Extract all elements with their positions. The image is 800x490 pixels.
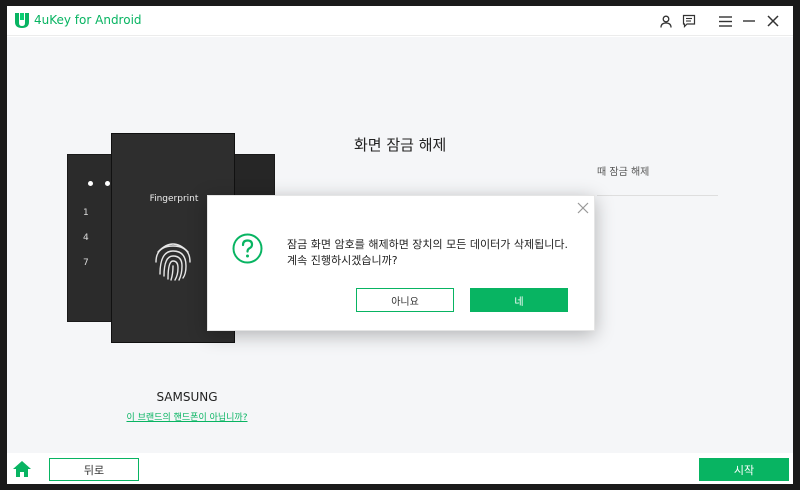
question-icon [232,233,263,264]
app-title: 4uKey for Android [34,13,142,27]
confirm-button[interactable]: 네 [470,288,568,312]
pin-dot [105,181,110,186]
brand-name: SAMSUNG [156,390,218,404]
option-label: 때 잠금 해제 [597,167,650,178]
feedback-icon[interactable] [680,12,698,30]
back-button[interactable]: 뒤로 [49,458,139,481]
wrong-brand-link[interactable]: 이 브랜드의 핸드폰이 아닙니까? [87,410,287,423]
app-window: 4uKey for Android 1 4 7 Fingerprint SAMS… [7,6,793,484]
divider [597,195,718,196]
fingerprint-icon [155,243,191,281]
home-icon[interactable] [11,459,33,479]
pin-key: 4 [83,233,89,243]
account-icon[interactable] [657,12,675,30]
cancel-button[interactable]: 아니요 [356,288,454,312]
start-button[interactable]: 시작 [699,458,789,481]
close-icon[interactable] [764,12,782,30]
main-content: 1 4 7 Fingerprint SAMSUNG 이 브랜드의 핸드폰이 아닙… [7,37,793,453]
minimize-icon[interactable] [740,12,758,30]
pin-key: 1 [83,208,89,218]
pin-key: 7 [83,258,89,268]
dialog-close-icon[interactable] [576,201,590,215]
menu-icon[interactable] [716,12,734,30]
app-logo [15,13,29,28]
title-bar: 4uKey for Android [7,6,793,36]
confirm-dialog: 잠금 화면 암호를 해제하면 장치의 모든 데이터가 삭제됩니다. 계속 진행하… [207,195,595,331]
footer-bar: 뒤로 시작 [7,453,793,484]
dialog-message: 잠금 화면 암호를 해제하면 장치의 모든 데이터가 삭제됩니다. 계속 진행하… [287,238,568,267]
pin-dot [88,181,93,186]
section-title: 화면 잠금 해제 [354,136,447,154]
